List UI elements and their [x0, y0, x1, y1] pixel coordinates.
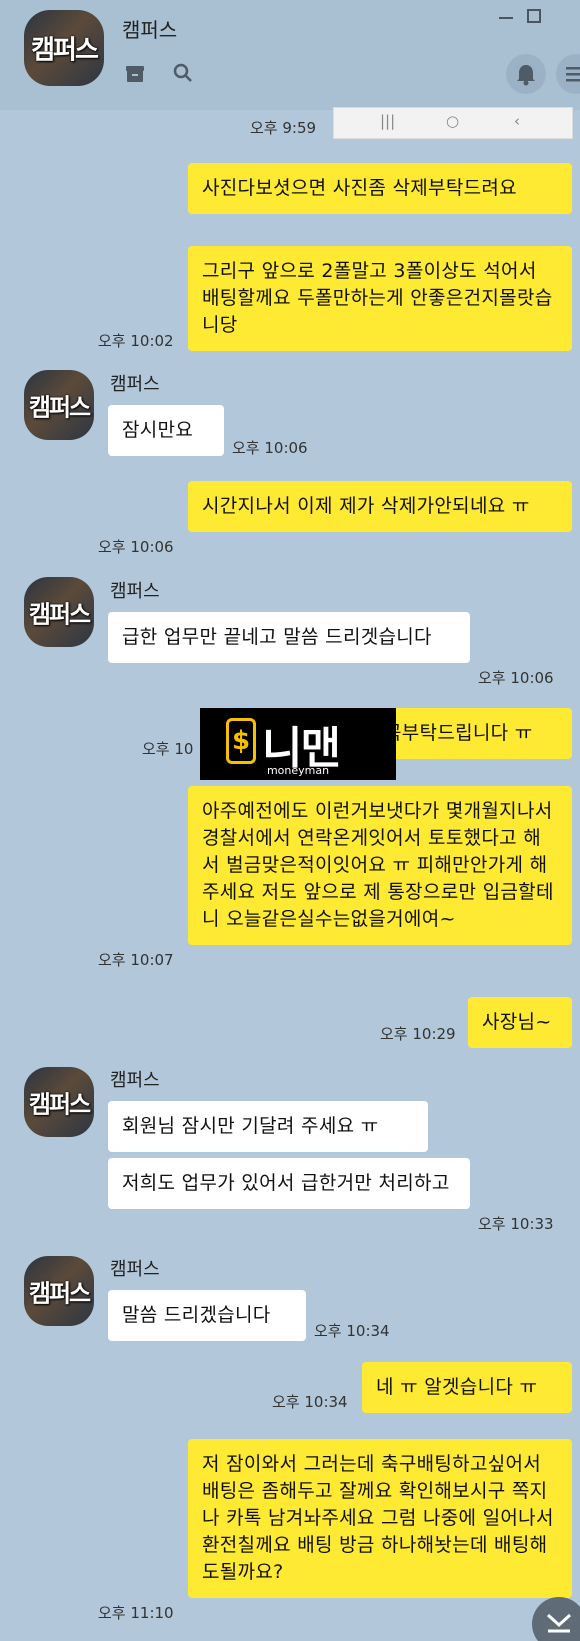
bell-icon[interactable] [506, 54, 546, 94]
my-message: 저 잠이와서 그러는데 축구배팅하고싶어서 배팅은 좀해두고 잘께요 확인해보시… [188, 1439, 572, 1598]
avatar-label: 캠퍼스 [28, 600, 91, 629]
sender-avatar[interactable]: 캠퍼스 [24, 577, 94, 647]
search-icon[interactable] [170, 60, 196, 86]
home-icon[interactable]: ○ [446, 112, 459, 130]
message-time: 오후 10:06 [98, 538, 174, 556]
message-time: 오후 10:06 [478, 669, 554, 687]
sender-name: 캠퍼스 [110, 581, 160, 602]
sender-avatar[interactable]: 캠퍼스 [24, 1067, 94, 1137]
my-message: 네 ㅠ 알겟습니다 ㅠ [362, 1362, 572, 1413]
recent-apps-icon[interactable]: ||| [380, 112, 395, 130]
chat-avatar[interactable]: 캠퍼스 [24, 10, 104, 86]
nav-bar: ||| ○ ‹ [333, 107, 573, 139]
message-time: 오후 10:29 [380, 1025, 456, 1043]
my-message: 사장님~ [468, 997, 572, 1048]
message-time: 오후 10 [142, 740, 194, 758]
my-message: 아주예전에도 이런거보냇다가 몇개월지나서 경찰서에서 연락온게잇어서 토토했다… [188, 786, 572, 945]
minimize-icon[interactable] [494, 6, 518, 28]
other-message: 회원님 잠시만 기달려 주세요 ㅠ [108, 1101, 428, 1152]
other-message: 급한 업무만 끝네고 말씀 드리겟습니다 [108, 612, 470, 663]
other-message: 저희도 업무가 있어서 급한거만 처리하고 [108, 1158, 470, 1209]
message-time: 오후 10:06 [232, 439, 308, 457]
message-time: 오후 11:10 [98, 1604, 174, 1622]
folder-icon[interactable] [122, 60, 148, 86]
my-message: 꼭부탁드립니다 ㅠ [370, 708, 572, 759]
avatar-label: 캠퍼스 [28, 1090, 91, 1119]
message-time: 오후 10:07 [98, 951, 174, 969]
sender-name: 캠퍼스 [110, 374, 160, 395]
avatar-label: 캠퍼스 [31, 35, 99, 66]
menu-icon[interactable] [556, 54, 580, 94]
scroll-down-icon[interactable] [532, 1597, 580, 1641]
avatar-label: 캠퍼스 [28, 1279, 91, 1308]
message-time: 오후 10:33 [478, 1215, 554, 1233]
my-message: 사진다보셧으면 사진좀 삭제부탁드려요 [188, 163, 572, 214]
maximize-icon[interactable] [522, 6, 546, 28]
back-icon[interactable]: ‹ [514, 112, 520, 130]
message-time: 오후 10:02 [98, 332, 174, 350]
my-message: 시간지나서 이제 제가 삭제가안되네요 ㅠ [188, 481, 572, 532]
other-message: 잠시만요 [108, 405, 224, 456]
avatar-label: 캠퍼스 [28, 393, 91, 422]
message-time: 오후 9:59 [250, 119, 317, 137]
watermark-subtext: moneyman [266, 764, 330, 777]
message-time: 오후 10:34 [272, 1393, 348, 1411]
chat-title: 캠퍼스 [122, 18, 178, 42]
sender-name: 캠퍼스 [110, 1070, 160, 1091]
watermark-logo: $ 니맨 moneyman [200, 708, 396, 780]
sender-name: 캠퍼스 [110, 1259, 160, 1280]
sender-avatar[interactable]: 캠퍼스 [24, 370, 94, 440]
dollar-icon: $ [226, 718, 256, 764]
message-time: 오후 10:34 [314, 1322, 390, 1340]
chat-header: 캠퍼스 캠퍼스 [0, 0, 580, 110]
sender-avatar[interactable]: 캠퍼스 [24, 1256, 94, 1326]
my-message: 그리구 앞으로 2폴말고 3폴이상도 석어서 배팅할께요 두폴만하는게 안좋은건… [188, 246, 572, 351]
other-message: 말씀 드리겠습니다 [108, 1290, 306, 1341]
